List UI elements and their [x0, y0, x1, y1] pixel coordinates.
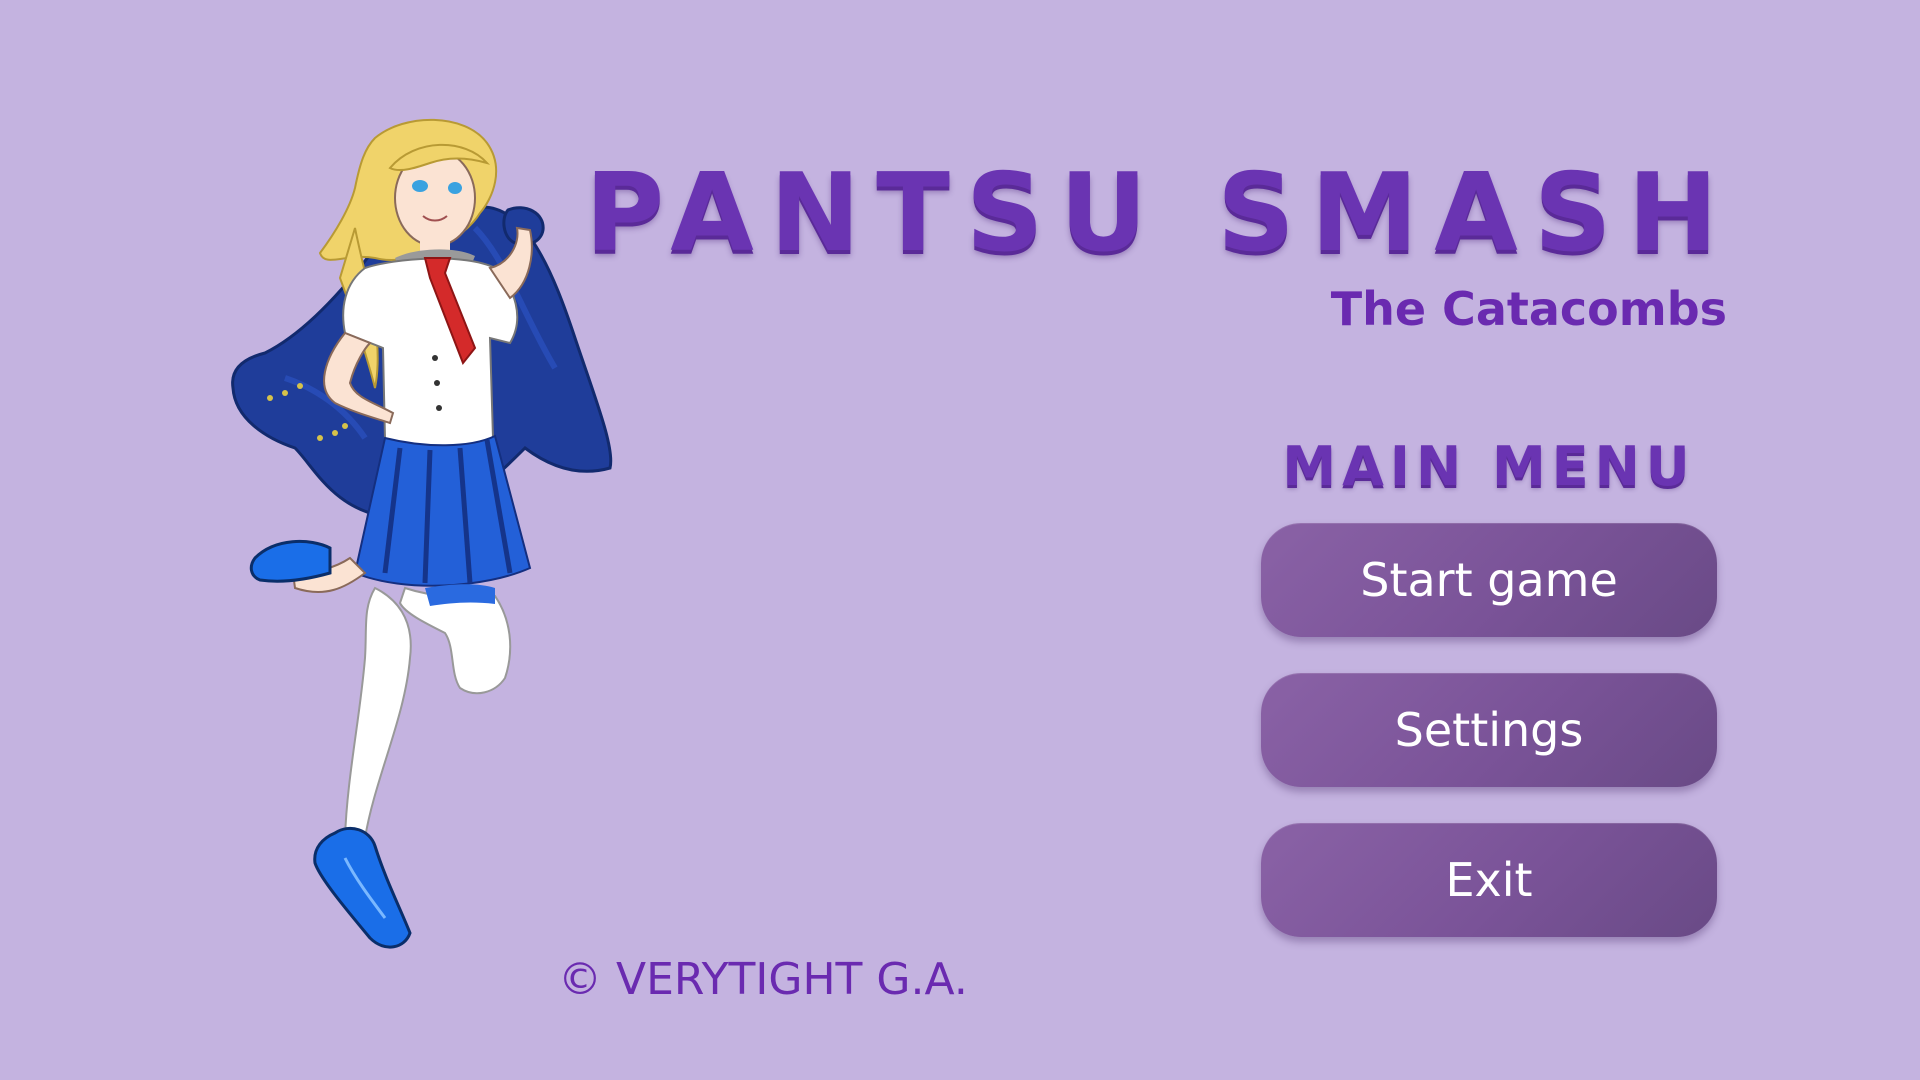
- settings-button[interactable]: Settings: [1261, 673, 1717, 787]
- game-subtitle: The Catacombs: [1330, 282, 1727, 336]
- start-game-button[interactable]: Start game: [1261, 523, 1717, 637]
- back-shoe: [249, 539, 332, 583]
- game-title: PANTSU SMASH: [585, 151, 1734, 276]
- copyright-notice: © VERYTIGHT G.A.: [558, 954, 968, 1005]
- character-illustration: [231, 118, 613, 949]
- exit-button[interactable]: Exit: [1261, 823, 1717, 937]
- main-menu-screen: PANTSU SMASH The Catacombs MAIN MENU Sta…: [0, 0, 1920, 1080]
- main-menu-heading: MAIN MENU: [1282, 435, 1696, 498]
